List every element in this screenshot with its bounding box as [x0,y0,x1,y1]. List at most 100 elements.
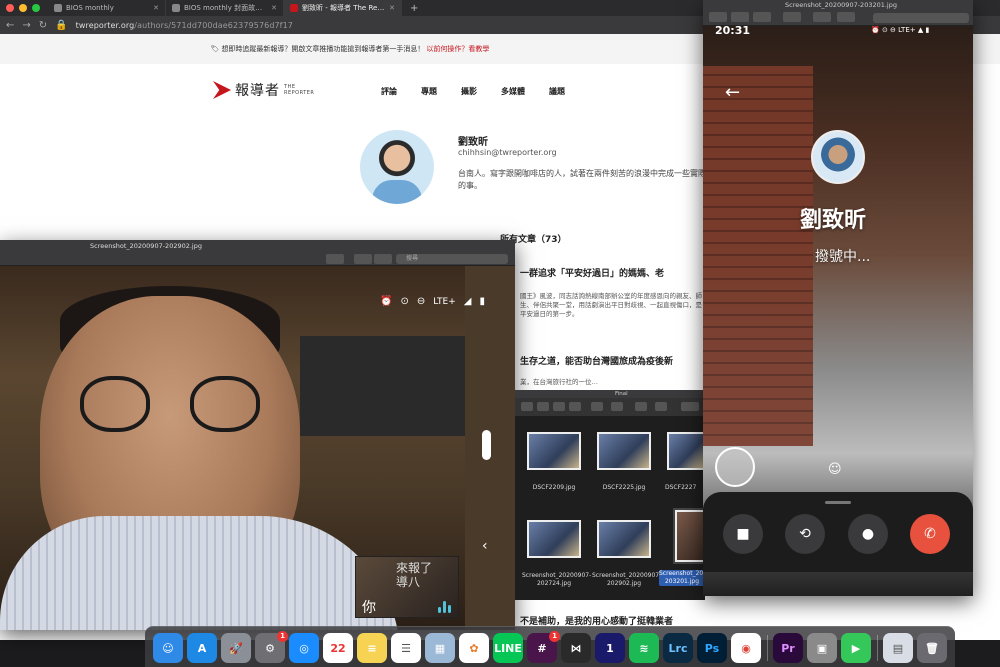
dock-photoshop-icon[interactable]: Ps [697,633,727,663]
tab-bios-cover-story[interactable]: BIOS monthly 封面故事 AW - M ✕ [166,0,284,16]
tab-bios-monthly[interactable]: BIOS monthly ✕ [48,0,166,16]
dock-mango-icon[interactable]: ⋈ [561,633,591,663]
call-controls: ■ ⟲ ● ✆ [703,492,973,572]
end-call-icon[interactable]: ✆ [910,514,950,554]
author-bio: 台南人。寫字跟開咖啡店的人，試著在兩件刻苦的浪漫中完成一些實際的事。 [458,169,706,190]
contact-avatar [811,130,865,184]
author-email[interactable]: chihhsin@twreporter.org [458,148,557,157]
close-tab-icon[interactable]: ✕ [153,4,159,12]
zoom-in-icon[interactable] [753,12,771,22]
dnd-icon: ⊖ [416,296,426,307]
tab-label: BIOS monthly [66,4,114,12]
favicon-icon [290,4,298,12]
dock-reminders-icon[interactable]: ☰ [391,633,421,663]
article-title[interactable]: 生存之道，能否助台灣國旅成為疫後新 [520,354,673,367]
close-tab-icon[interactable]: ✕ [389,4,395,12]
pip-sign-text: 來報了導八 [396,561,433,589]
icon-view-icon[interactable] [521,402,533,411]
brick-wall [703,66,813,446]
column-view-icon[interactable] [553,402,565,411]
article-title[interactable]: 一群追求「平安好過日」的媽媽、老 [520,266,664,279]
avatar-shirt [372,180,422,204]
dock-photos-icon[interactable]: ✿ [459,633,489,663]
dock-safari-icon[interactable]: ◎ [289,633,319,663]
menu-item-topics[interactable]: 議題 [549,86,565,97]
author-avatar [360,130,434,204]
dock-spotify-icon[interactable]: ≋ [629,633,659,663]
markup-pen-icon[interactable] [326,254,344,264]
dock-calendar-icon[interactable]: 22 [323,633,353,663]
microphone-icon[interactable]: ● [848,514,888,554]
file-thumbnail[interactable] [527,432,581,470]
video-camera-icon[interactable]: ■ [723,514,763,554]
dock-system-preferences-icon[interactable]: ⚙ 1 [255,631,288,663]
dock-notes-icon[interactable]: ≡ [357,633,387,663]
menu-item-features[interactable]: 專題 [421,86,437,97]
pip-caption: 你 [362,600,376,616]
markup-pen-icon[interactable] [783,12,801,22]
file-thumbnail-selected[interactable] [673,508,707,564]
back-icon[interactable]: ← [6,20,14,31]
markup-icon[interactable] [374,254,392,264]
dock-finder-icon[interactable]: ☺ [153,633,183,663]
contact-name: 劉致昕 [800,208,867,233]
back-arrow-icon[interactable]: ← [725,82,740,103]
sheet-grabber[interactable] [825,501,851,504]
gallery-view-icon[interactable] [569,402,581,411]
reload-icon[interactable]: ↻ [39,20,47,31]
effects-smile-icon[interactable]: ☺ [828,462,842,477]
zoom-window-button[interactable] [32,4,40,12]
dock-documents-icon[interactable]: ▤ [883,633,913,663]
minimize-window-button[interactable] [19,4,27,12]
share-icon[interactable] [635,402,647,411]
file-thumbnail[interactable] [597,520,651,558]
switch-camera-icon[interactable]: ⟲ [785,514,825,554]
url-field[interactable]: twreporter.org/authors/571dd700dae623795… [76,21,293,30]
dock-lightroom-classic-icon[interactable]: Lrc [663,633,693,663]
file-thumbnail[interactable] [597,432,651,470]
banner-tutorial-link[interactable]: 以前何操作？看教學 [426,44,489,54]
list-view-icon[interactable] [537,402,549,411]
forward-icon[interactable]: → [22,20,30,31]
file-thumbnail[interactable] [667,432,705,470]
tab-reporter-author[interactable]: 劉致昕 - 報導者 The Reporter ✕ [284,0,402,16]
group-icon[interactable] [591,402,603,411]
share-icon[interactable] [813,12,831,22]
self-view-bubble[interactable] [715,447,755,487]
tag-icon: 🏷 [210,45,220,53]
dock-1password-icon[interactable]: 1 [595,633,625,663]
dock-premiere-icon[interactable]: Pr [773,633,803,663]
picture-in-picture-view[interactable]: 來報了導八 你 [355,556,459,618]
share-icon[interactable] [354,254,372,264]
menu-item-opinion[interactable]: 評論 [381,86,397,97]
menu-item-photography[interactable]: 攝影 [461,86,477,97]
dock-line-icon[interactable]: LINE [493,633,523,663]
close-tab-icon[interactable]: ✕ [271,4,277,12]
tab-label: 劉致昕 - 報導者 The Reporter [302,4,386,12]
main-menu: 評論 專題 攝影 多媒體 議題 [381,86,565,97]
dock-chrome-icon[interactable]: ◉ [731,633,761,663]
sidebar-toggle-icon[interactable] [709,12,727,22]
dock-launchpad-icon[interactable]: 🚀 [221,633,251,663]
logo-mark-icon [213,81,231,99]
tag-icon[interactable] [655,402,667,411]
dock-preview-icon[interactable]: ▦ [425,633,455,663]
dock-photo-booth-icon[interactable]: ▣ [807,633,837,663]
menu-item-multimedia[interactable]: 多媒體 [501,86,525,97]
dock-trash-icon[interactable]: 🗑 [917,633,947,663]
search-icon[interactable] [681,402,699,411]
file-thumbnail[interactable] [527,520,581,558]
dock-slack-icon[interactable]: #1 [527,631,560,663]
dock-facetime-icon[interactable]: ▶ [841,633,871,663]
search-input[interactable] [873,13,969,23]
zoom-out-icon[interactable] [731,12,749,22]
markup-icon[interactable] [837,12,855,22]
site-logo[interactable]: 報導者 THE REPORTER [213,80,314,100]
dock-app-store-icon[interactable]: A [187,633,217,663]
new-tab-button[interactable]: + [402,3,418,14]
action-gear-icon[interactable] [611,402,623,411]
search-input[interactable]: 搜尋 [396,254,508,264]
side-panel-handle[interactable] [482,430,491,460]
close-window-button[interactable] [6,4,14,12]
chevron-left-icon[interactable]: ‹ [482,538,488,554]
